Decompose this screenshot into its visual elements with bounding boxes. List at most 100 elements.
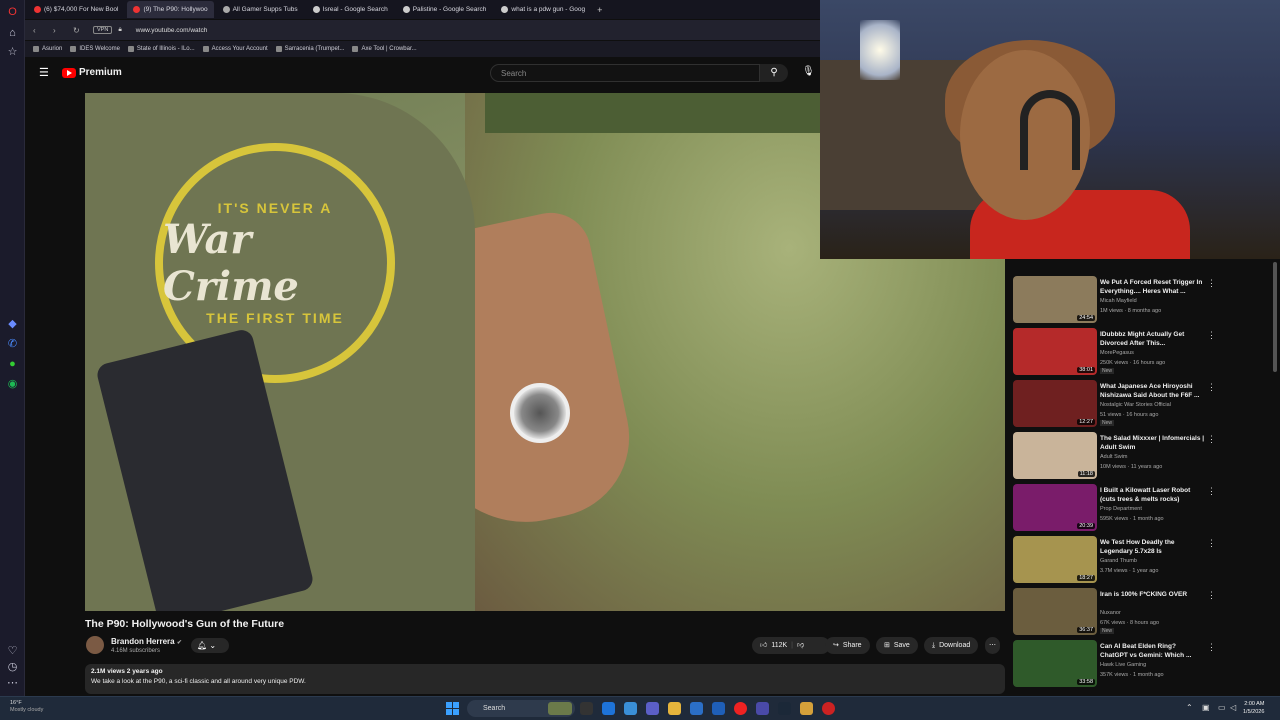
more-vertical-icon[interactable]: ⋮ [1207, 330, 1216, 341]
bookmark-item[interactable]: Axe Tool | Crowbar... [352, 46, 417, 52]
recommendation-item[interactable]: 36:37 Iran is 100% F*CKING OVER Nuxanor 67K… [1010, 585, 1220, 637]
start-button[interactable] [446, 702, 459, 715]
discord-icon[interactable] [756, 702, 769, 715]
recommendation-item[interactable]: 38:01 IDubbbz Might Actually Get Divorced… [1010, 325, 1220, 377]
messenger-icon[interactable]: ✆ [6, 338, 19, 351]
more-vertical-icon[interactable]: ⋮ [1207, 590, 1216, 601]
more-vertical-icon[interactable]: ⋮ [1207, 642, 1216, 653]
scrollbar[interactable] [1273, 262, 1277, 372]
task-view-icon[interactable] [580, 702, 593, 715]
more-vertical-icon[interactable]: ⋮ [1207, 434, 1216, 445]
like-icon[interactable]: 👍︎ [760, 637, 767, 654]
bookmark-item[interactable]: IDES Welcome [70, 46, 120, 52]
store-icon[interactable] [690, 702, 703, 715]
new-tab-button[interactable]: + [597, 5, 602, 15]
recommendation-title[interactable]: Can AI Beat Elden Ring? ChatGPT vs Gemin… [1100, 642, 1205, 660]
file-explorer-icon[interactable] [668, 702, 681, 715]
copilot-icon[interactable] [624, 702, 637, 715]
video-thumbnail[interactable]: 18:27 [1013, 536, 1097, 583]
browser-tab[interactable]: (6) $74,000 For New Bool [28, 1, 124, 18]
back-icon[interactable]: ‹ [33, 26, 45, 35]
recommendation-item[interactable]: 33:58 Can AI Beat Elden Ring? ChatGPT vs … [1010, 637, 1220, 689]
more-icon[interactable]: ⋯ [6, 677, 19, 690]
browser-tab[interactable]: what is a pdw gun - Goog [495, 1, 591, 18]
description-box[interactable]: 2.1M views 2 years ago We take a look at… [85, 664, 1005, 694]
share-button[interactable]: ↪ Share [825, 637, 870, 654]
recommendation-item[interactable]: 12:27 What Japanese Ace Hiroyoshi Nishiza… [1010, 377, 1220, 429]
browser-tab[interactable]: Palistine - Google Search [397, 1, 493, 18]
recommendation-channel[interactable]: Garand Thumb [1100, 558, 1137, 564]
volume-icon[interactable]: ◁ [1230, 703, 1236, 712]
recommendation-item[interactable]: 20:39 I Built a Kilowatt Laser Robot (cut… [1010, 481, 1220, 533]
channel-avatar[interactable] [86, 636, 104, 654]
save-button[interactable]: ⊞ Save [876, 637, 918, 654]
tray-app-icon[interactable]: ▣ [1202, 703, 1210, 712]
bookmark-item[interactable]: Sarracenia (Trumpet... [275, 46, 344, 52]
more-vertical-icon[interactable]: ⋮ [1207, 278, 1216, 289]
tray-chevron-icon[interactable]: ⌃ [1186, 703, 1193, 712]
channel-name[interactable]: Brandon Herrera ✔ [111, 637, 182, 646]
outlook-icon[interactable] [712, 702, 725, 715]
teams-icon[interactable] [646, 702, 659, 715]
video-thumbnail[interactable]: 36:37 [1013, 588, 1097, 635]
recommendation-item[interactable]: 11:18 The Salad Mixxxer | Infomercials | … [1010, 429, 1220, 481]
url-field[interactable]: www.youtube.com/watch [136, 27, 208, 34]
spotify-icon[interactable]: ◉ [6, 378, 19, 391]
star-icon[interactable]: ☆ [6, 46, 19, 59]
weather-widget[interactable]: 16°F Mostly cloudy [10, 700, 43, 714]
more-vertical-icon[interactable]: ⋮ [1207, 538, 1216, 549]
dislike-icon[interactable]: 👎︎ [797, 637, 804, 654]
video-thumbnail[interactable]: 20:39 [1013, 484, 1097, 531]
recommendation-title[interactable]: I Built a Kilowatt Laser Robot (cuts tre… [1100, 486, 1205, 504]
recommendation-channel[interactable]: Adult Swim [1100, 454, 1128, 460]
history-icon[interactable]: ◷ [6, 661, 19, 674]
network-icon[interactable]: ▭ [1218, 703, 1226, 712]
clock[interactable]: 2:00 AM 1/5/2026 [1243, 700, 1264, 716]
recommendation-channel[interactable]: Nostalgic War Stories Official [1100, 402, 1171, 408]
more-actions-button[interactable]: ⋯ [985, 637, 1000, 654]
download-button[interactable]: ⤓ Download [924, 637, 979, 654]
like-count[interactable]: 112K [771, 637, 787, 654]
recommendation-channel[interactable]: MorePegasus [1100, 350, 1134, 356]
video-thumbnail[interactable]: 11:18 [1013, 432, 1097, 479]
recommendation-item[interactable]: 24:54 We Put A Forced Reset Trigger In Ev… [1010, 273, 1220, 325]
recommendation-channel[interactable]: Nuxanor [1100, 610, 1121, 616]
video-thumbnail[interactable]: 12:27 [1013, 380, 1097, 427]
app-icon[interactable] [800, 702, 813, 715]
video-thumbnail[interactable]: 33:58 [1013, 640, 1097, 687]
recommendation-title[interactable]: The Salad Mixxxer | Infomercials | Adult… [1100, 434, 1205, 452]
bookmark-item[interactable]: Asurion [33, 46, 62, 52]
recommendation-channel[interactable]: Prop Department [1100, 506, 1142, 512]
forward-icon[interactable]: › [53, 26, 65, 35]
recommendation-title[interactable]: We Put A Forced Reset Trigger In Everyth… [1100, 278, 1205, 296]
subscribed-button[interactable]: 🔔︎ ⌄ [191, 638, 229, 653]
more-vertical-icon[interactable]: ⋮ [1207, 486, 1216, 497]
bookmark-item[interactable]: State of Illinois - ILo... [127, 46, 195, 52]
aria-icon[interactable]: ◆ [6, 318, 19, 331]
whatsapp-icon[interactable]: ● [6, 358, 19, 371]
obs-icon[interactable] [822, 702, 835, 715]
vpn-badge[interactable]: VPN [93, 26, 113, 34]
mic-icon[interactable]: 🎙︎ [802, 66, 815, 77]
video-thumbnail[interactable]: 38:01 [1013, 328, 1097, 375]
edge-icon[interactable] [602, 702, 615, 715]
recommendation-title[interactable]: Iran is 100% F*CKING OVER [1100, 590, 1205, 599]
reload-icon[interactable]: ↻ [73, 26, 85, 35]
search-input[interactable]: Search [490, 64, 760, 82]
recommendation-channel[interactable]: Micah Mayfield [1100, 298, 1137, 304]
bookmark-item[interactable]: Access Your Account [202, 46, 268, 52]
heart-icon[interactable]: ♡ [6, 645, 19, 658]
opera-logo-icon[interactable]: O [6, 6, 19, 19]
more-vertical-icon[interactable]: ⋮ [1207, 382, 1216, 393]
browser-tab[interactable]: All Gamer Supps Tubs [217, 1, 304, 18]
recommendation-title[interactable]: What Japanese Ace Hiroyoshi Nishizawa Sa… [1100, 382, 1205, 400]
recommendation-title[interactable]: IDubbbz Might Actually Get Divorced Afte… [1100, 330, 1205, 348]
home-icon[interactable]: ⌂ [6, 27, 19, 40]
steam-icon[interactable] [778, 702, 791, 715]
search-button[interactable]: ⚲ [760, 64, 788, 82]
recommendation-title[interactable]: We Test How Deadly the Legendary 5.7x28 … [1100, 538, 1205, 556]
youtube-logo[interactable]: Premium [62, 67, 122, 78]
search-highlight-icon[interactable] [548, 702, 572, 715]
browser-tab[interactable]: (9) The P90: Hollywoo [127, 1, 214, 18]
menu-icon[interactable]: ☰ [39, 68, 50, 79]
